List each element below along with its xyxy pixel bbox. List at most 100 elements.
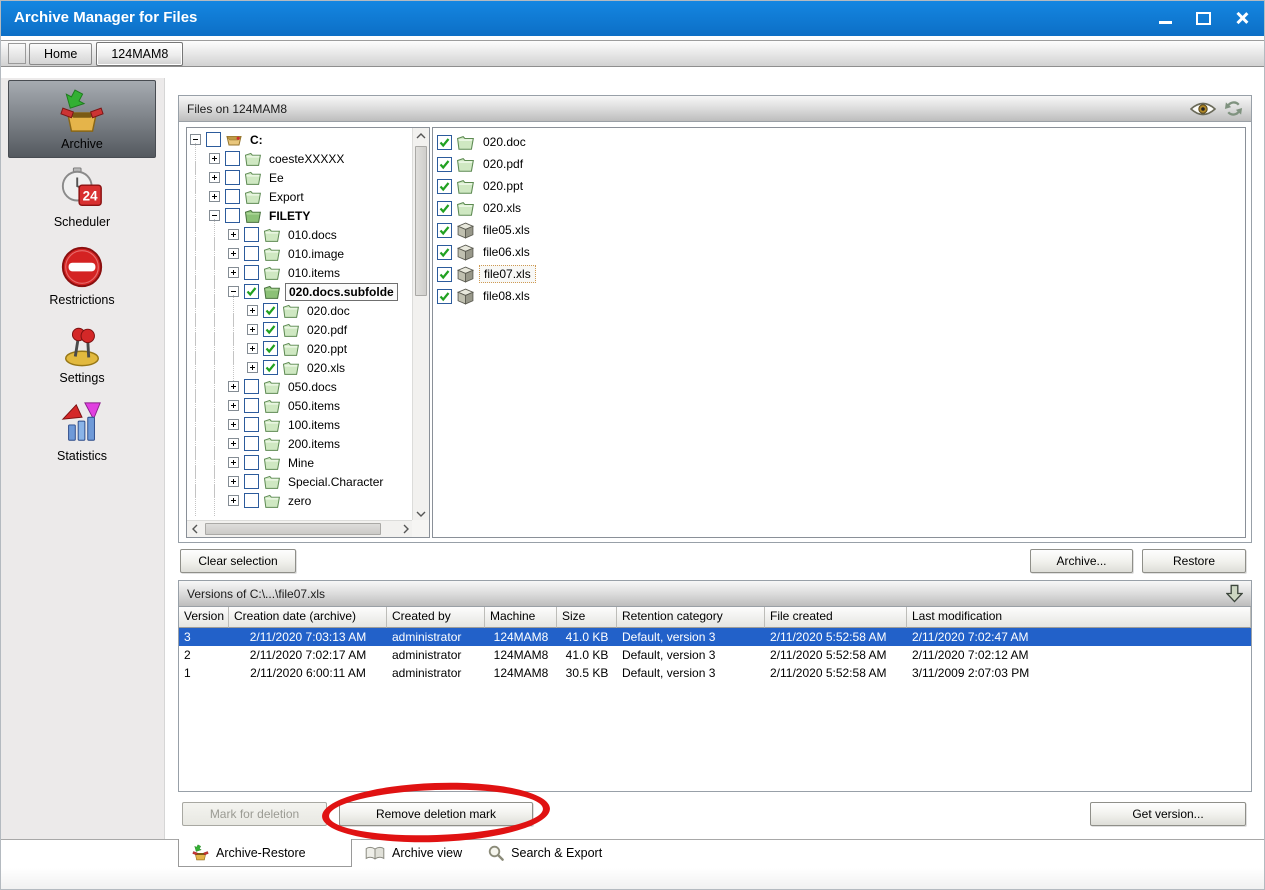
tree-node-label[interactable]: zero — [285, 493, 314, 509]
checkbox[interactable] — [437, 135, 452, 150]
checkbox[interactable] — [225, 189, 240, 204]
file-name-label[interactable]: 020.xls — [479, 200, 525, 216]
sidebar-item-statistics[interactable]: Statistics — [8, 392, 156, 470]
checkbox[interactable] — [263, 341, 278, 356]
file-list-item[interactable]: file06.xls — [433, 241, 1245, 263]
get-version-button[interactable]: Get version... — [1090, 802, 1246, 826]
checkbox[interactable] — [263, 322, 278, 337]
tree-node[interactable]: Ee — [187, 168, 430, 187]
tree-node-label[interactable]: coesteXXXXX — [266, 151, 347, 167]
expand-icon[interactable] — [247, 362, 258, 373]
file-list-item[interactable]: 020.ppt — [433, 175, 1245, 197]
column-header[interactable]: Creation date (archive) — [229, 607, 387, 628]
sidebar-item-archive[interactable]: Archive — [8, 80, 156, 158]
tree-node-label[interactable]: Special.Character — [285, 474, 386, 490]
tree-node[interactable]: Export — [187, 187, 430, 206]
column-header[interactable]: File created — [765, 607, 907, 628]
tree-node-label[interactable]: 050.docs — [285, 379, 340, 395]
checkbox[interactable] — [437, 289, 452, 304]
checkbox[interactable] — [244, 436, 259, 451]
expand-icon[interactable] — [247, 305, 258, 316]
tree-node-label[interactable]: 020.pdf — [304, 322, 350, 338]
file-list-item[interactable]: 020.doc — [433, 131, 1245, 153]
eye-icon[interactable] — [1190, 101, 1216, 117]
bottom-tab-archive-restore[interactable]: Archive-Restore — [178, 839, 352, 867]
checkbox[interactable] — [437, 267, 452, 282]
bottom-tab-search-export[interactable]: Search & Export — [475, 839, 615, 867]
versions-table-header[interactable]: VersionCreation date (archive)Created by… — [179, 607, 1251, 628]
checkbox[interactable] — [244, 379, 259, 394]
tree-node[interactable]: 050.items — [187, 396, 430, 415]
version-row[interactable]: 22/11/2020 7:02:17 AMadministrator124MAM… — [179, 646, 1251, 664]
tree-node-label[interactable]: C: — [247, 132, 266, 148]
file-list-item[interactable]: 020.pdf — [433, 153, 1245, 175]
tree-node-label[interactable]: Mine — [285, 455, 317, 471]
checkbox[interactable] — [244, 265, 259, 280]
tree-node-label[interactable]: FILETY — [266, 208, 313, 224]
tree-node-label[interactable]: 020.docs.subfolde — [285, 283, 398, 301]
vertical-scrollbar[interactable] — [412, 128, 429, 522]
version-row[interactable]: 12/11/2020 6:00:11 AMadministrator124MAM… — [179, 664, 1251, 682]
tree-node[interactable]: FILETY — [187, 206, 430, 225]
tree-node[interactable]: Mine — [187, 453, 430, 472]
tree-node[interactable]: coesteXXXXX — [187, 149, 430, 168]
tree-node-label[interactable]: 050.items — [285, 398, 343, 414]
file-name-label[interactable]: 020.doc — [479, 134, 530, 150]
file-name-label[interactable]: file06.xls — [479, 244, 534, 260]
sidebar-item-restrictions[interactable]: Restrictions — [8, 236, 156, 314]
tree-node[interactable]: 010.items — [187, 263, 430, 282]
refresh-icon[interactable] — [1224, 99, 1243, 118]
tree-node-label[interactable]: 010.items — [285, 265, 343, 281]
expand-icon[interactable] — [209, 172, 220, 183]
scroll-thumb[interactable] — [205, 523, 381, 535]
expand-icon[interactable] — [228, 495, 239, 506]
top-tab-124mam8[interactable]: 124MAM8 — [96, 42, 183, 66]
file-list-item[interactable]: file08.xls — [433, 285, 1245, 307]
checkbox[interactable] — [225, 170, 240, 185]
tree-node-label[interactable]: 100.items — [285, 417, 343, 433]
restore-button[interactable]: Restore — [1142, 549, 1246, 573]
tree-node[interactable]: Special.Character — [187, 472, 430, 491]
tree-node[interactable]: 010.docs — [187, 225, 430, 244]
expand-icon[interactable] — [228, 229, 239, 240]
checkbox[interactable] — [244, 455, 259, 470]
tree-node[interactable]: 020.doc — [187, 301, 430, 320]
tree-node[interactable]: 020.docs.subfolde — [187, 282, 430, 301]
tree-node-label[interactable]: 020.xls — [304, 360, 348, 376]
expand-icon[interactable] — [209, 153, 220, 164]
tree-node-label[interactable]: 200.items — [285, 436, 343, 452]
expand-icon[interactable] — [228, 267, 239, 278]
checkbox[interactable] — [263, 303, 278, 318]
column-header[interactable]: Size — [557, 607, 617, 628]
remove-deletion-mark-button[interactable]: Remove deletion mark — [339, 802, 533, 826]
expand-icon[interactable] — [228, 438, 239, 449]
column-header[interactable]: Version — [179, 607, 229, 628]
checkbox[interactable] — [244, 284, 259, 299]
clear-selection-button[interactable]: Clear selection — [180, 549, 296, 573]
tree-node-label[interactable]: 020.ppt — [304, 341, 350, 357]
file-name-label[interactable]: file08.xls — [479, 288, 534, 304]
down-arrow-icon[interactable] — [1226, 584, 1243, 603]
tree-node-label[interactable]: Export — [266, 189, 307, 205]
checkbox[interactable] — [244, 474, 259, 489]
tree-node[interactable]: zero — [187, 491, 430, 510]
sidebar-item-settings[interactable]: Settings — [8, 314, 156, 392]
checkbox[interactable] — [206, 132, 221, 147]
close-button[interactable] — [1235, 11, 1249, 25]
tree-node[interactable]: 100.items — [187, 415, 430, 434]
tree-node[interactable]: 200.items — [187, 434, 430, 453]
tree-node[interactable]: 010.image — [187, 244, 430, 263]
checkbox[interactable] — [244, 398, 259, 413]
file-name-label[interactable]: file07.xls — [479, 265, 536, 283]
expand-icon[interactable] — [247, 324, 258, 335]
checkbox[interactable] — [225, 151, 240, 166]
checkbox[interactable] — [244, 227, 259, 242]
minimize-button[interactable] — [1159, 21, 1172, 24]
checkbox[interactable] — [244, 493, 259, 508]
scroll-thumb[interactable] — [415, 146, 427, 296]
checkbox[interactable] — [437, 245, 452, 260]
expand-icon[interactable] — [228, 248, 239, 259]
expand-icon[interactable] — [209, 191, 220, 202]
tree-node[interactable]: 050.docs — [187, 377, 430, 396]
horizontal-scrollbar[interactable] — [187, 520, 414, 537]
